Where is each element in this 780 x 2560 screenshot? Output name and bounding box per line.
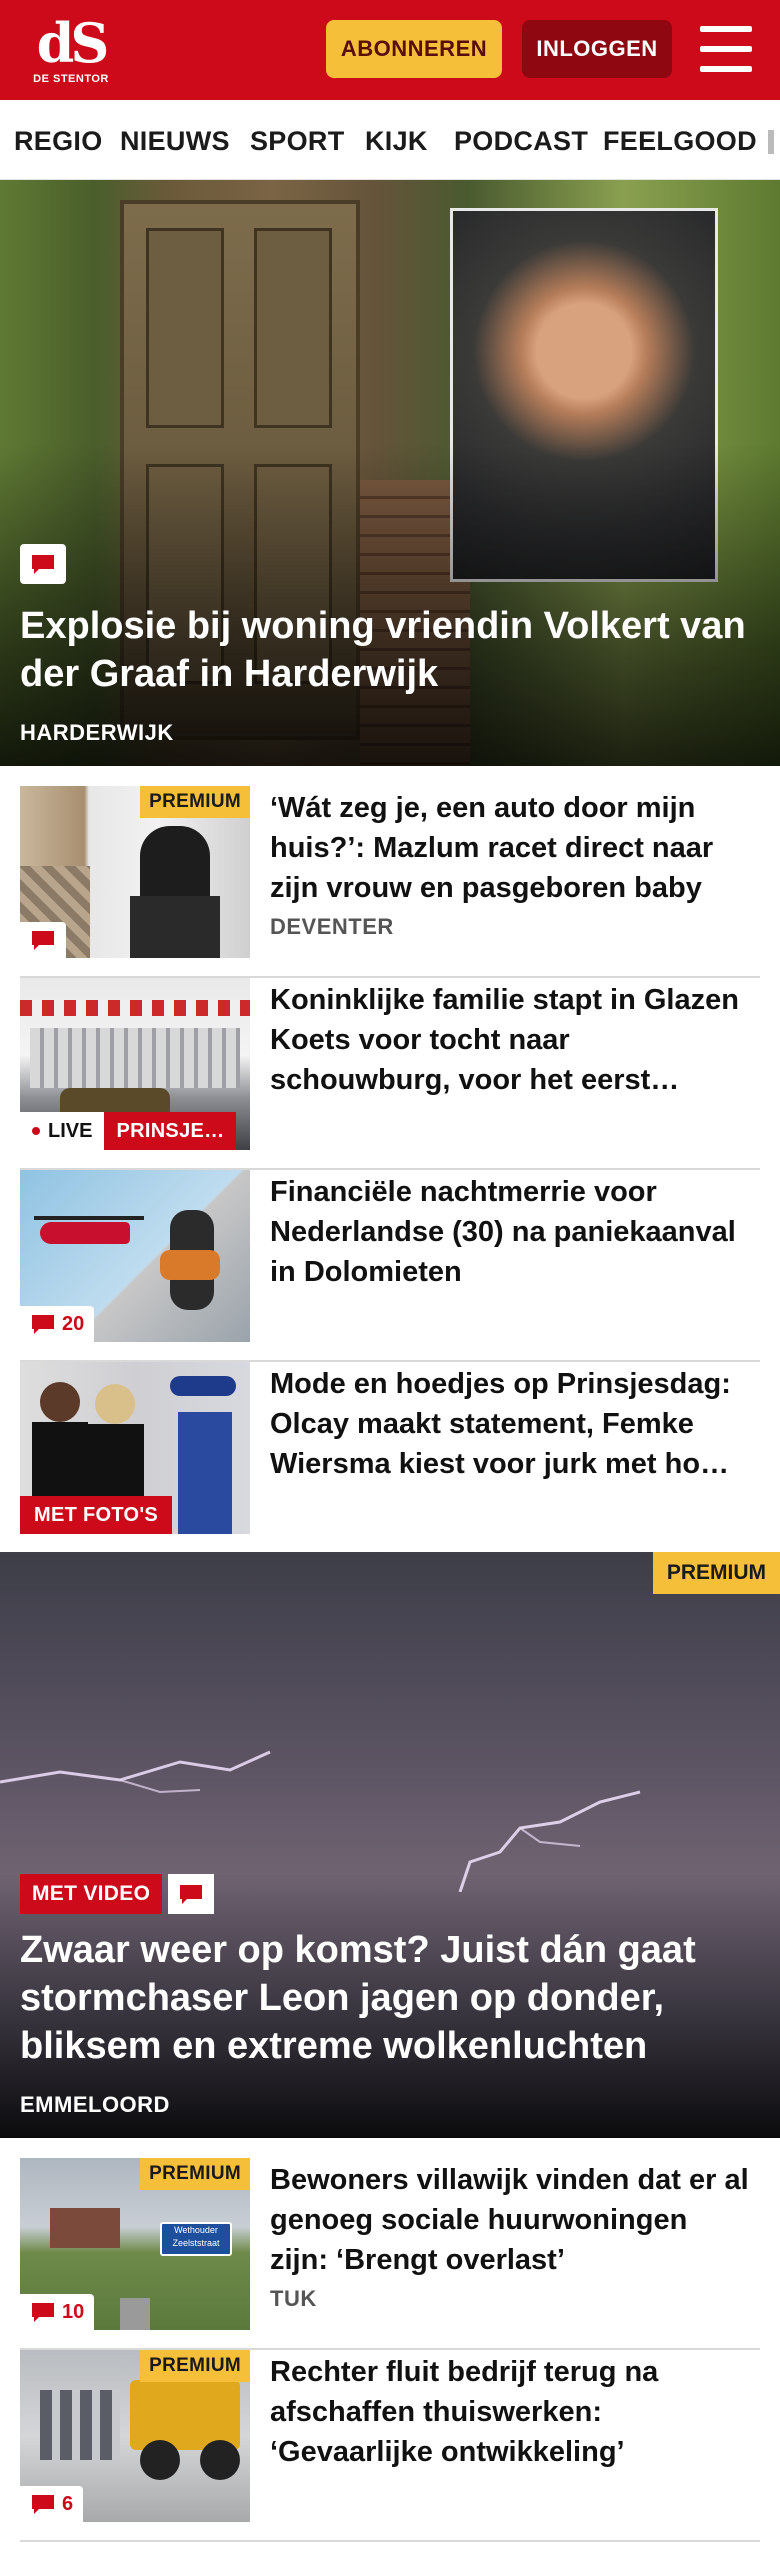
comment-icon[interactable]: [168, 1874, 215, 1914]
logo-mark: dS: [36, 11, 110, 75]
article-item[interactable]: 20 Financiële nachtmerrie voor Nederland…: [20, 1170, 760, 1362]
hero-title[interactable]: Explosie bij woning vriendin Volkert van…: [20, 602, 760, 698]
premium-badge: PREMIUM: [140, 2350, 250, 2382]
nav-item-regio[interactable]: REGIO: [14, 126, 103, 157]
article-thumbnail: PREMIUM 6: [20, 2350, 250, 2522]
photos-label[interactable]: MET FOTO'S: [20, 1496, 173, 1534]
article-title[interactable]: Rechter fluit bedrijf terug na afschaffe…: [270, 2352, 750, 2472]
subscribe-button[interactable]: ABONNEREN: [326, 20, 502, 78]
video-badge: MET VIDEO: [20, 1874, 163, 1914]
video-label[interactable]: MET VIDEO: [20, 1874, 215, 1914]
featured-kicker: EMMELOORD: [20, 2092, 170, 2117]
comment-icon: [32, 1315, 54, 1334]
article-item[interactable]: MET FOTO'S Mode en hoedjes op Prinsjesda…: [20, 1362, 760, 1554]
live-label[interactable]: LIVE PRINSJE…: [20, 1112, 237, 1150]
article-title[interactable]: Mode en hoedjes op Prinsjesdag: Olcay ma…: [270, 1364, 750, 1484]
section-nav: REGIO NIEUWS SPORT KIJK PODCAST FEELGOOD: [0, 100, 780, 180]
article-kicker: DEVENTER: [270, 914, 394, 939]
article-thumbnail: 20: [20, 1170, 250, 1342]
article-thumbnail: Wethouder Zeelststraat PREMIUM 10: [20, 2158, 250, 2330]
featured-title[interactable]: Zwaar weer op komst? Juist dán gaat stor…: [20, 1926, 765, 2070]
article-item[interactable]: Wethouder Zeelststraat PREMIUM 10 Bewone…: [20, 2158, 760, 2350]
top-bar: dS DE STENTOR ABONNEREN INLOGGEN: [0, 0, 780, 100]
article-title[interactable]: Bewoners villawijk vinden dat er al geno…: [270, 2160, 750, 2280]
login-button[interactable]: INLOGGEN: [522, 20, 672, 78]
hamburger-menu-icon[interactable]: [700, 26, 752, 72]
article-item[interactable]: PREMIUM 6 Rechter fluit bedrijf terug na…: [20, 2350, 760, 2542]
article-kicker: TUK: [270, 2286, 317, 2311]
comment-count[interactable]: 10: [20, 2294, 95, 2330]
hero-kicker: HARDERWIJK: [20, 720, 174, 745]
comment-icon[interactable]: [20, 922, 66, 958]
comment-count[interactable]: 6: [20, 2486, 84, 2522]
live-dot-icon: [32, 1127, 40, 1135]
comment-icon: [32, 2303, 54, 2322]
article-item[interactable]: PREMIUM ‘Wát zeg je, een auto door mijn …: [20, 786, 760, 978]
article-title[interactable]: Financiële nachtmerrie voor Nederlandse …: [270, 1172, 750, 1292]
comment-icon[interactable]: [20, 544, 66, 584]
nav-item-kijk[interactable]: KIJK: [365, 126, 428, 157]
article-title[interactable]: ‘Wát zeg je, een auto door mijn huis?’: …: [270, 788, 750, 908]
nav-overflow-indicator: [768, 130, 774, 154]
featured-article[interactable]: PREMIUM MET VIDEO Zwaar weer op komst? J…: [0, 1552, 780, 2138]
logo-text: DE STENTOR: [33, 73, 109, 85]
nav-item-feelgood[interactable]: FEELGOOD: [603, 126, 757, 157]
hero-article[interactable]: Explosie bij woning vriendin Volkert van…: [0, 180, 780, 766]
comment-icon: [32, 2495, 54, 2514]
premium-badge: PREMIUM: [140, 786, 250, 818]
nav-item-nieuws[interactable]: NIEUWS: [120, 126, 230, 157]
article-thumbnail: LIVE PRINSJE…: [20, 978, 250, 1150]
comment-count[interactable]: 20: [20, 1306, 95, 1342]
nav-item-podcast[interactable]: PODCAST: [454, 126, 588, 157]
article-thumbnail: PREMIUM: [20, 786, 250, 958]
nav-item-sport[interactable]: SPORT: [250, 126, 345, 157]
article-title[interactable]: Koninklijke familie stapt in Glazen Koet…: [270, 980, 750, 1100]
lightning-image: [0, 1750, 641, 1892]
article-item[interactable]: LIVE PRINSJE… Koninklijke familie stapt …: [20, 978, 760, 1170]
live-topic: PRINSJE…: [104, 1112, 237, 1150]
premium-badge: PREMIUM: [140, 2158, 250, 2190]
street-sign: Wethouder Zeelststraat: [160, 2222, 232, 2256]
article-thumbnail: MET FOTO'S: [20, 1362, 250, 1534]
site-logo[interactable]: dS DE STENTOR: [26, 14, 116, 88]
premium-badge: PREMIUM: [652, 1552, 780, 1594]
